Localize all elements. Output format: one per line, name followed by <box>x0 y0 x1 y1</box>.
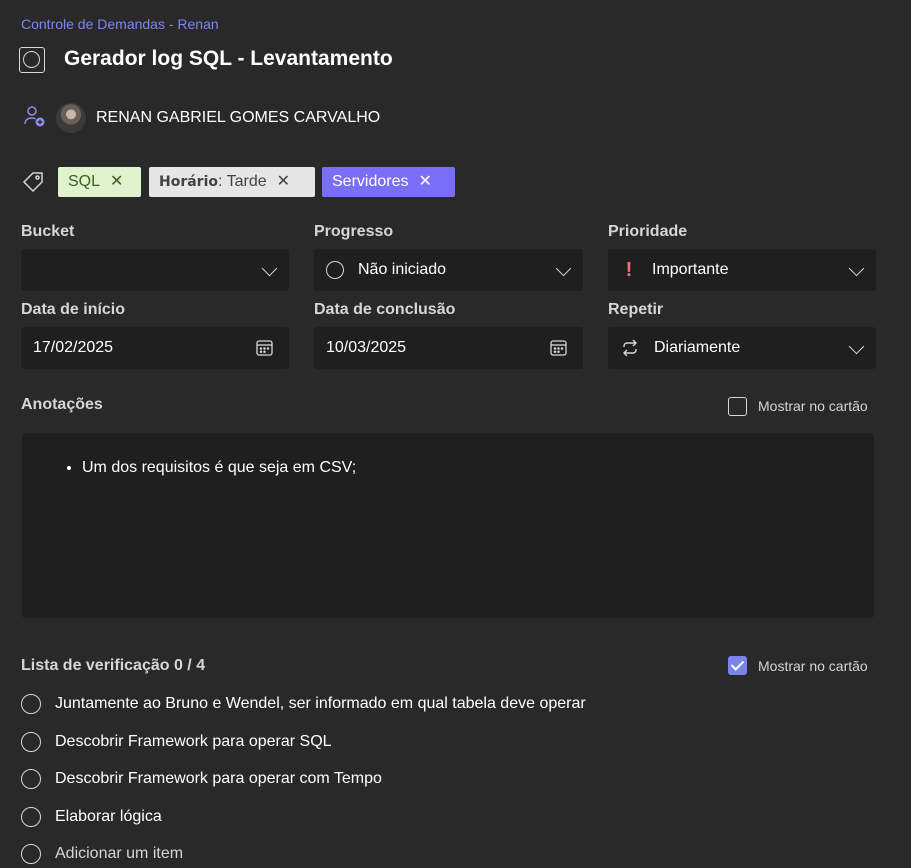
checklist-show-on-card-checkbox[interactable] <box>728 656 747 675</box>
notes-editor[interactable]: Um dos requisitos é que seja em CSV; <box>22 433 874 618</box>
add-person-icon[interactable] <box>22 104 46 128</box>
chevron-down-icon <box>848 260 865 277</box>
due-date-input[interactable]: 10/03/2025 <box>314 327 583 369</box>
due-date-label: Data de conclusão <box>314 301 456 318</box>
repeat-select[interactable]: Diariamente <box>608 327 876 369</box>
circle-icon <box>326 261 344 279</box>
bucket-select[interactable] <box>21 249 289 291</box>
checklist-item[interactable]: Juntamente ao Bruno e Wendel, ser inform… <box>21 693 586 715</box>
label-horario[interactable]: Horário: Tarde ✕ <box>149 167 315 197</box>
notes-label: Anotações <box>21 396 103 413</box>
list-item: Um dos requisitos é que seja em CSV; <box>82 459 874 477</box>
progress-select[interactable]: Não iniciado <box>314 249 583 291</box>
checklist-item-circle-icon[interactable] <box>21 769 41 789</box>
checklist-label: Lista de verificação 0 / 4 <box>21 657 206 674</box>
remove-label-icon[interactable]: ✕ <box>418 174 431 190</box>
remove-label-icon[interactable]: ✕ <box>110 174 123 190</box>
label-text: SQL <box>68 173 101 190</box>
breadcrumb[interactable]: Controle de Demandas - Renan <box>21 16 219 32</box>
checklist-show-on-card-label[interactable]: Mostrar no cartão <box>758 658 868 674</box>
exclamation-icon: ! <box>625 258 633 281</box>
progress-label: Progresso <box>314 223 394 240</box>
notes-list: Um dos requisitos é que seja em CSV; <box>22 459 874 477</box>
calendar-icon[interactable] <box>256 339 273 356</box>
chevron-down-icon <box>848 338 865 355</box>
checklist-item[interactable]: Descobrir Framework para operar SQL <box>21 731 332 753</box>
task-title[interactable]: Gerador log SQL - Levantamento <box>64 47 393 71</box>
chevron-down-icon <box>555 260 572 277</box>
repeat-value: Diariamente <box>654 339 741 356</box>
circle-icon <box>23 51 40 68</box>
checklist-item-text[interactable]: Descobrir Framework para operar com Temp… <box>55 770 382 788</box>
start-date-input[interactable]: 17/02/2025 <box>21 327 289 369</box>
notes-show-on-card-label[interactable]: Mostrar no cartão <box>758 398 868 414</box>
priority-value: Importante <box>652 261 729 278</box>
circle-icon <box>21 844 41 864</box>
calendar-icon[interactable] <box>550 339 567 356</box>
chevron-down-icon <box>261 260 278 277</box>
repeat-icon <box>623 339 637 357</box>
task-complete-checkbox[interactable] <box>19 47 45 73</box>
checklist-item-circle-icon[interactable] <box>21 694 41 714</box>
label-servidores[interactable]: Servidores ✕ <box>322 167 455 197</box>
avatar[interactable] <box>56 103 86 133</box>
bucket-label: Bucket <box>21 223 75 240</box>
checklist-item-circle-icon[interactable] <box>21 732 41 752</box>
checklist-item-circle-icon[interactable] <box>21 807 41 827</box>
label-text: : Tarde <box>218 173 267 190</box>
add-checklist-item-input[interactable]: Adicionar um item <box>55 845 183 863</box>
checklist-item[interactable]: Descobrir Framework para operar com Temp… <box>21 768 382 790</box>
repeat-label: Repetir <box>608 301 664 318</box>
checklist-item-text[interactable]: Juntamente ao Bruno e Wendel, ser inform… <box>55 695 586 713</box>
add-checklist-item[interactable]: Adicionar um item <box>21 843 183 865</box>
due-date-value: 10/03/2025 <box>326 339 407 356</box>
priority-select[interactable]: ! Importante <box>608 249 876 291</box>
assignee-name: RENAN GABRIEL GOMES CARVALHO <box>96 109 381 126</box>
label-sql[interactable]: SQL ✕ <box>58 167 141 197</box>
tag-icon[interactable] <box>22 171 46 193</box>
progress-value: Não iniciado <box>358 261 447 278</box>
start-date-label: Data de início <box>21 301 126 318</box>
start-date-value: 17/02/2025 <box>33 339 114 356</box>
notes-show-on-card-checkbox[interactable] <box>728 397 747 416</box>
checklist-item[interactable]: Elaborar lógica <box>21 806 162 828</box>
checklist-item-text[interactable]: Descobrir Framework para operar SQL <box>55 733 332 751</box>
remove-label-icon[interactable]: ✕ <box>277 174 290 190</box>
label-text: Servidores <box>332 173 409 190</box>
priority-label: Prioridade <box>608 223 688 240</box>
checklist-item-text[interactable]: Elaborar lógica <box>55 808 162 826</box>
label-key: Horário <box>159 174 219 190</box>
